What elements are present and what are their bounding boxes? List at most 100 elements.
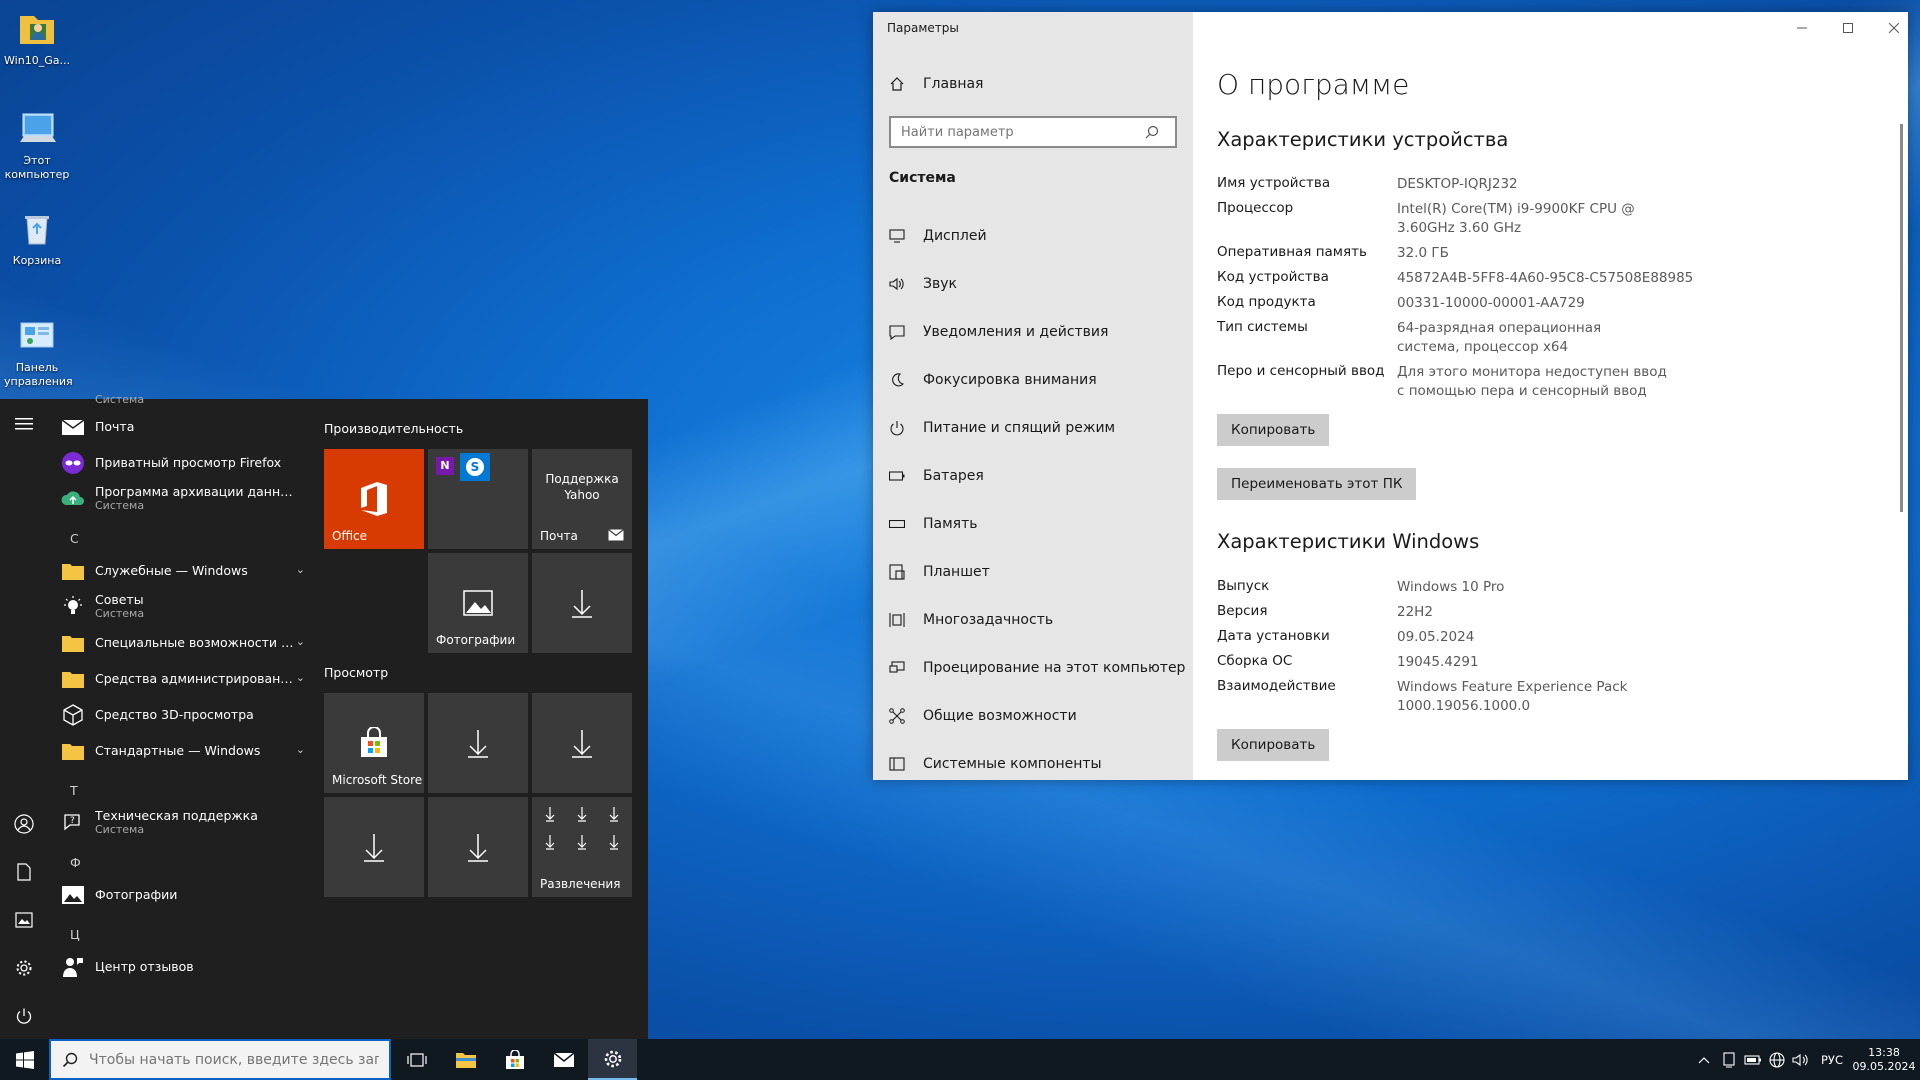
start-rail bbox=[0, 399, 48, 1039]
pictures-button[interactable] bbox=[0, 898, 48, 942]
tile-group-explore[interactable]: Просмотр bbox=[324, 665, 388, 680]
scrollbar[interactable] bbox=[1900, 124, 1903, 512]
nav-projecting[interactable]: Проецирование на этот компьютер bbox=[887, 650, 1185, 686]
app-folder-accessories[interactable]: Стандартные — Windows ⌄ bbox=[60, 733, 305, 769]
tile-download-pending[interactable] bbox=[324, 797, 424, 897]
nav-shared-experiences[interactable]: Общие возможности bbox=[887, 698, 1077, 734]
settings-search-box[interactable] bbox=[889, 116, 1177, 148]
tray-battery-button[interactable] bbox=[1742, 1039, 1764, 1080]
nav-label: Многозадачность bbox=[923, 612, 1054, 628]
task-view-button[interactable] bbox=[392, 1039, 441, 1080]
chevron-down-icon: ⌄ bbox=[295, 743, 305, 756]
spec-value[interactable]: Windows 10 Pro bbox=[1397, 578, 1697, 597]
spec-value[interactable]: DESKTOP-IQRJ232 bbox=[1397, 175, 1697, 194]
close-button[interactable] bbox=[1879, 18, 1909, 40]
tile-onenote-skype-folder[interactable]: N S bbox=[428, 449, 528, 549]
taskbar-search-box[interactable] bbox=[49, 1039, 391, 1080]
app-mail[interactable]: Почта bbox=[60, 409, 305, 445]
app-3d-viewer[interactable]: Средство 3D-просмотра bbox=[60, 697, 305, 733]
taskbar-file-explorer[interactable] bbox=[441, 1039, 490, 1080]
taskbar-mail[interactable] bbox=[539, 1039, 588, 1080]
desktop-icon-recycle-bin[interactable]: Корзина bbox=[4, 208, 70, 268]
account-button[interactable] bbox=[0, 802, 48, 846]
letter-header[interactable]: Ф bbox=[70, 855, 81, 870]
tray-volume-button[interactable] bbox=[1790, 1039, 1812, 1080]
app-folder-accessibility[interactable]: Специальные возможности Win... ⌄ bbox=[60, 625, 305, 661]
power-button[interactable] bbox=[0, 994, 48, 1038]
nav-sound[interactable]: Звук bbox=[887, 266, 957, 302]
tile-download-pending[interactable] bbox=[428, 797, 528, 897]
nav-battery[interactable]: Батарея bbox=[887, 458, 984, 494]
app-feedback-hub[interactable]: Центр отзывов bbox=[60, 949, 305, 985]
app-backup[interactable]: Программа архивации данных Система bbox=[60, 481, 305, 517]
taskbar-microsoft-store[interactable] bbox=[490, 1039, 539, 1080]
tile-office[interactable]: Office bbox=[324, 449, 424, 549]
spec-value[interactable]: Windows Feature Experience Pack 1000.190… bbox=[1397, 678, 1647, 716]
spec-value[interactable]: 64-разрядная операционная система, проце… bbox=[1397, 319, 1657, 357]
tile-microsoft-store[interactable]: Microsoft Store bbox=[324, 693, 424, 793]
app-tips[interactable]: Советы Система bbox=[60, 589, 305, 625]
taskbar: РУС 13:38 09.05.2024 bbox=[0, 1039, 1920, 1080]
tile-entertainment-folder[interactable]: Развлечения bbox=[532, 797, 632, 897]
tray-device-icon-button[interactable] bbox=[1718, 1039, 1740, 1080]
nav-storage[interactable]: Память bbox=[887, 506, 978, 542]
app-folder-admin-tools[interactable]: Средства администрирования W... ⌄ bbox=[60, 661, 305, 697]
nav-home[interactable]: Главная bbox=[887, 66, 983, 102]
tile-yahoo-mail[interactable]: Поддержка Yahoo Почта bbox=[532, 449, 632, 549]
spec-label: Код продукта bbox=[1217, 294, 1316, 310]
tile-download-pending[interactable] bbox=[428, 693, 528, 793]
input-language-indicator[interactable]: РУС bbox=[1814, 1039, 1850, 1080]
battery-icon bbox=[887, 471, 907, 481]
nav-focus-assist[interactable]: Фокусировка внимания bbox=[887, 362, 1097, 398]
nav-power-sleep[interactable]: Питание и спящий режим bbox=[887, 410, 1115, 446]
chevron-down-icon: ⌄ bbox=[295, 635, 305, 648]
nav-display[interactable]: Дисплей bbox=[887, 218, 987, 254]
maximize-button[interactable] bbox=[1833, 18, 1863, 40]
copy-windows-specs-button[interactable]: Копировать bbox=[1217, 729, 1330, 761]
spec-value[interactable]: 00331-10000-00001-AA729 bbox=[1397, 294, 1697, 313]
letter-header[interactable]: С bbox=[70, 531, 79, 546]
taskbar-search-input[interactable] bbox=[89, 1051, 379, 1068]
nav-notifications[interactable]: Уведомления и действия bbox=[887, 314, 1108, 350]
folder-icon bbox=[60, 558, 86, 584]
spec-value[interactable]: 45872A4B-5FF8-4A60-95C8-C57508E88985 bbox=[1397, 269, 1717, 288]
nav-system-components[interactable]: Системные компоненты bbox=[887, 746, 1102, 782]
minimize-button[interactable] bbox=[1787, 18, 1817, 40]
app-photos[interactable]: Фотографии bbox=[60, 877, 305, 913]
taskbar-settings[interactable] bbox=[588, 1039, 637, 1080]
documents-button[interactable] bbox=[0, 850, 48, 894]
spec-value[interactable]: 32.0 ГБ bbox=[1397, 244, 1697, 263]
app-name: Фотографии bbox=[95, 888, 178, 902]
nav-multitasking[interactable]: Многозадачность bbox=[887, 602, 1053, 638]
copy-device-specs-button[interactable]: Копировать bbox=[1217, 414, 1330, 446]
desktop-icon-this-pc[interactable]: Этот компьютер bbox=[4, 108, 70, 182]
spec-value[interactable]: Для этого монитора недоступен ввод с пом… bbox=[1397, 363, 1677, 401]
nav-tablet[interactable]: Планшет bbox=[887, 554, 990, 590]
tile-download-pending[interactable] bbox=[532, 553, 632, 653]
spec-label: Сборка ОС bbox=[1217, 653, 1293, 669]
tray-network-button[interactable] bbox=[1766, 1039, 1788, 1080]
tile-download-pending[interactable] bbox=[532, 693, 632, 793]
app-get-help[interactable]: ? Техническая поддержка Система bbox=[60, 805, 305, 841]
tile-group-productivity[interactable]: Производительность bbox=[324, 421, 463, 436]
tile-photos[interactable]: Фотографии bbox=[428, 553, 528, 653]
desktop-icon-win10-folder[interactable]: Win10_Ga... bbox=[4, 8, 70, 68]
letter-header[interactable]: Т bbox=[70, 783, 78, 798]
desktop-icon-control-panel[interactable]: Панель управления bbox=[4, 315, 73, 389]
spec-value[interactable]: 19045.4291 bbox=[1397, 653, 1697, 672]
start-button[interactable] bbox=[0, 1039, 49, 1080]
settings-button[interactable] bbox=[0, 946, 48, 990]
letter-header[interactable]: Ц bbox=[70, 927, 80, 942]
spec-value[interactable]: 09.05.2024 bbox=[1397, 628, 1697, 647]
settings-search-input[interactable] bbox=[891, 124, 1141, 140]
app-firefox-private[interactable]: Приватный просмотр Firefox bbox=[60, 445, 305, 481]
app-folder-windows-tools[interactable]: Служебные — Windows ⌄ bbox=[60, 553, 305, 589]
expand-menu-button[interactable] bbox=[0, 402, 48, 446]
globe-icon bbox=[1769, 1051, 1785, 1068]
clock[interactable]: 13:38 09.05.2024 bbox=[1852, 1039, 1916, 1080]
app-name: Техническая поддержка bbox=[95, 809, 258, 823]
spec-value[interactable]: Intel(R) Core(TM) i9-9900KF CPU @ 3.60GH… bbox=[1397, 200, 1637, 238]
spec-value[interactable]: 22H2 bbox=[1397, 603, 1697, 622]
show-hidden-icons-button[interactable] bbox=[1694, 1039, 1714, 1080]
rename-pc-button[interactable]: Переименовать этот ПК bbox=[1217, 468, 1417, 500]
